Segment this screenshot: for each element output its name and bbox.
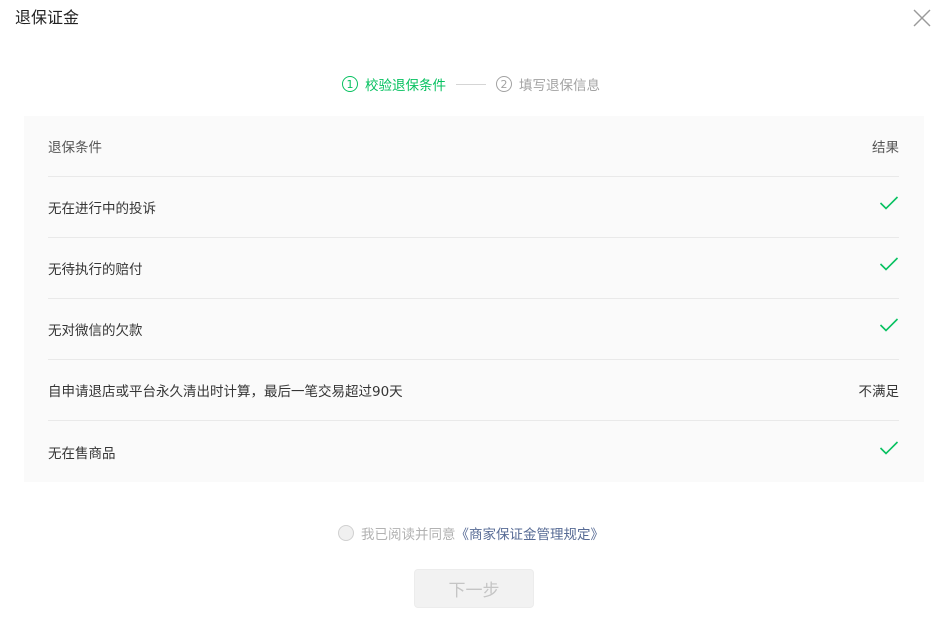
table-row: 无对微信的欠款 — [48, 299, 899, 360]
table-row: 无待执行的赔付 — [48, 238, 899, 299]
row-condition: 自申请退店或平台永久清出时计算，最后一笔交易超过90天 — [48, 384, 403, 400]
row-result — [879, 318, 899, 337]
check-icon — [879, 256, 899, 272]
step-indicator: 1 校验退保条件 2 填写退保信息 — [0, 73, 942, 95]
step-1-label: 校验退保条件 — [365, 78, 446, 94]
next-step-button[interactable]: 下一步 — [414, 569, 534, 608]
table-row: 无在进行中的投诉 — [48, 177, 899, 238]
row-result — [879, 257, 899, 276]
close-button[interactable] — [911, 7, 933, 29]
step-2-label: 填写退保信息 — [519, 78, 600, 94]
close-icon — [913, 9, 931, 27]
agree-radio[interactable] — [338, 525, 354, 541]
table-row: 无在售商品 — [48, 421, 899, 482]
table-row: 自申请退店或平台永久清出时计算，最后一笔交易超过90天 不满足 — [48, 360, 899, 421]
check-icon — [879, 195, 899, 211]
row-condition: 无待执行的赔付 — [48, 262, 143, 278]
agreement-link[interactable]: 《商家保证金管理规定》 — [456, 523, 605, 543]
row-condition: 无对微信的欠款 — [48, 323, 143, 339]
header-result: 结果 — [872, 140, 899, 156]
table-header: 退保条件 结果 — [48, 116, 899, 177]
row-result-text: 不满足 — [858, 384, 900, 400]
row-result — [879, 440, 899, 460]
agree-text: 我已阅读并同意 — [361, 527, 456, 543]
step-2: 2 填写退保信息 — [496, 74, 600, 94]
step-1: 1 校验退保条件 — [342, 74, 446, 94]
row-result — [879, 196, 899, 215]
conditions-table: 退保条件 结果 无在进行中的投诉 无待执行的赔付 无对微信的欠款 自申请退店或平… — [24, 116, 924, 482]
step-2-number: 2 — [496, 76, 512, 92]
header-condition: 退保条件 — [48, 140, 102, 156]
dialog-title: 退保证金 — [15, 8, 80, 27]
check-icon — [879, 317, 899, 333]
agreement: 我已阅读并同意 《商家保证金管理规定》 — [0, 522, 942, 544]
check-icon — [879, 440, 899, 456]
row-condition: 无在售商品 — [48, 445, 116, 462]
step-connector — [456, 83, 486, 85]
step-1-number: 1 — [342, 76, 358, 92]
row-condition: 无在进行中的投诉 — [48, 201, 156, 217]
